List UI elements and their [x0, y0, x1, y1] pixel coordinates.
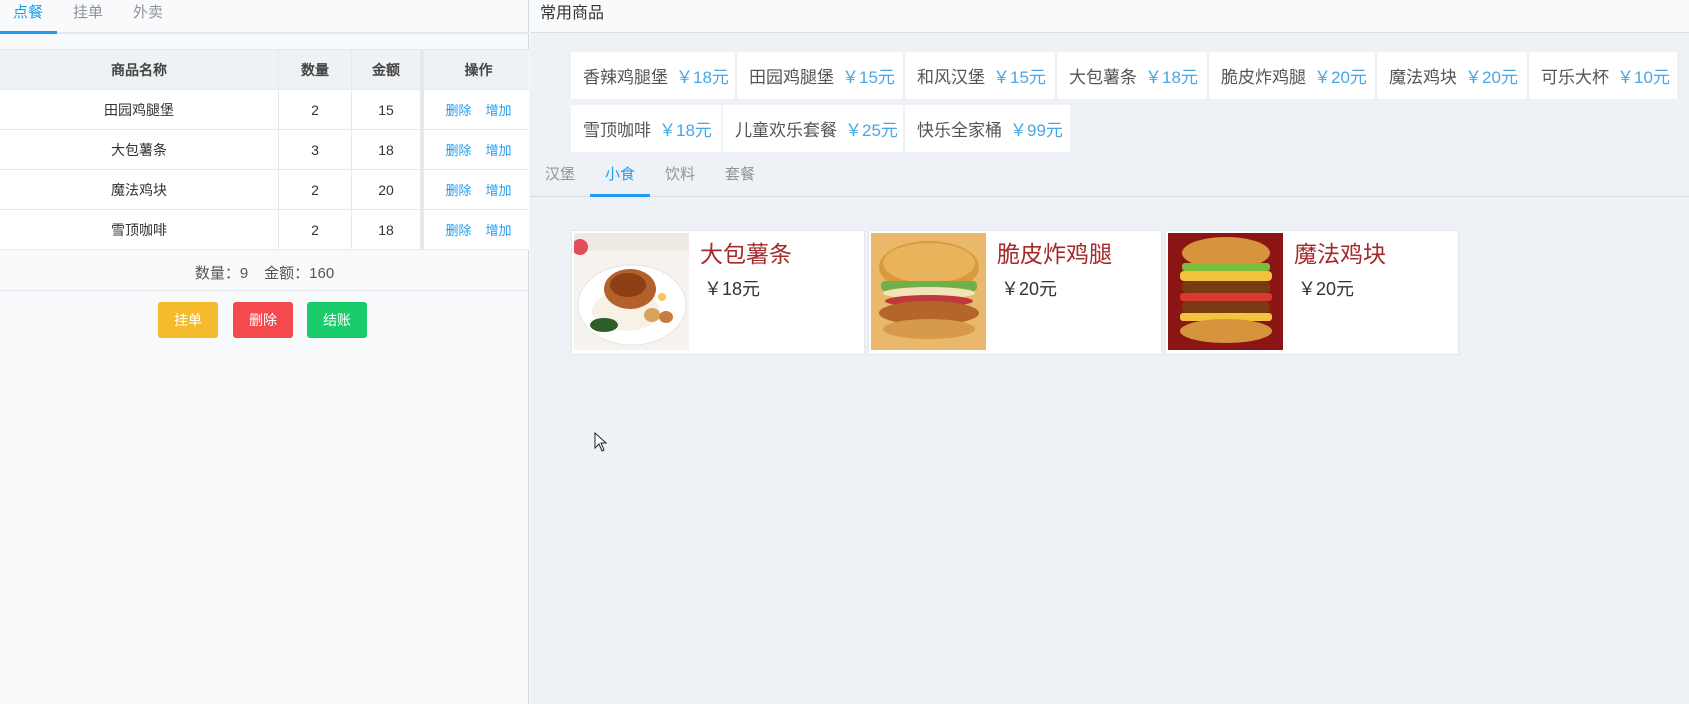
table-row: 魔法鸡块 2 20 删除 增加 [0, 170, 529, 210]
favorite-price: ￥99元 [1010, 121, 1063, 140]
product-price: ￥20元 [1298, 279, 1355, 299]
favorite-item[interactable]: 和风汉堡 ￥15元 [905, 52, 1055, 99]
row-amount: 18 [352, 130, 424, 169]
add-link[interactable]: 增加 [486, 180, 512, 199]
row-ops: 删除 增加 [428, 210, 529, 249]
favorite-price: ￥10元 [1617, 68, 1670, 87]
delete-order-button[interactable]: 删除 [233, 302, 293, 338]
header-amount: 金额 [352, 50, 424, 89]
tab-snacks[interactable]: 小食 [605, 160, 635, 197]
add-link[interactable]: 增加 [486, 100, 512, 119]
order-tabs: 点餐 挂单 外卖 [0, 0, 529, 34]
favorite-item[interactable]: 大包薯条 ￥18元 [1057, 52, 1207, 99]
product-card[interactable]: 脆皮炸鸡腿 ￥20元 [868, 230, 1162, 355]
tab-drinks[interactable]: 饮料 [665, 160, 695, 197]
favorite-price: ￥20元 [1465, 68, 1518, 87]
row-qty: 2 [279, 170, 352, 209]
favorite-item[interactable]: 田园鸡腿堡 ￥15元 [737, 52, 903, 99]
favorite-name: 快乐全家桶 [917, 121, 1002, 140]
add-link[interactable]: 增加 [486, 220, 512, 239]
favorite-price: ￥18元 [1145, 68, 1198, 87]
favorite-name: 雪顶咖啡 [583, 121, 651, 140]
total-qty: 数量：9 [194, 265, 249, 282]
tab-takeout[interactable]: 外卖 [133, 0, 163, 34]
favorite-name: 大包薯条 [1069, 68, 1137, 87]
favorite-item[interactable]: 香辣鸡腿堡 ￥18元 [571, 52, 735, 99]
delete-link[interactable]: 删除 [445, 100, 471, 119]
row-name: 雪顶咖啡 [0, 210, 279, 249]
favorite-name: 儿童欢乐套餐 [735, 121, 837, 140]
header-qty: 数量 [279, 50, 352, 89]
product-image-double-burger [1168, 233, 1283, 350]
favorites-title: 常用商品 [530, 0, 1689, 33]
delete-link[interactable]: 删除 [445, 180, 471, 199]
row-ops: 删除 增加 [428, 170, 529, 209]
checkout-button[interactable]: 结账 [307, 302, 367, 338]
active-category-indicator [590, 194, 650, 197]
product-image-chicken-burger [871, 233, 986, 350]
active-tab-indicator [0, 31, 57, 34]
favorite-name: 可乐大杯 [1541, 68, 1609, 87]
tab-order[interactable]: 点餐 [13, 0, 43, 34]
favorite-item[interactable]: 雪顶咖啡 ￥18元 [571, 105, 721, 152]
row-qty: 2 [279, 210, 352, 249]
favorite-item[interactable]: 脆皮炸鸡腿 ￥20元 [1209, 52, 1375, 99]
row-name: 魔法鸡块 [0, 170, 279, 209]
favorite-name: 脆皮炸鸡腿 [1221, 68, 1306, 87]
favorite-name: 香辣鸡腿堡 [583, 68, 668, 87]
add-link[interactable]: 增加 [486, 140, 512, 159]
favorite-price: ￥15元 [993, 68, 1046, 87]
product-image-rice-chicken [574, 233, 689, 350]
favorite-name: 魔法鸡块 [1389, 68, 1457, 87]
product-name: 脆皮炸鸡腿 [997, 241, 1112, 267]
total-amount: 金额：160 [264, 265, 335, 282]
product-name: 魔法鸡块 [1294, 241, 1386, 267]
favorite-item[interactable]: 可乐大杯 ￥10元 [1529, 52, 1677, 99]
row-ops: 删除 增加 [428, 130, 529, 169]
table-row: 雪顶咖啡 2 18 删除 增加 [0, 210, 529, 250]
header-ops: 操作 [464, 61, 493, 78]
product-name: 大包薯条 [700, 241, 792, 267]
product-card[interactable]: 大包薯条 ￥18元 [571, 230, 865, 355]
favorite-item[interactable]: 儿童欢乐套餐 ￥25元 [723, 105, 903, 152]
favorite-name: 和风汉堡 [917, 68, 985, 87]
row-qty: 2 [279, 90, 352, 129]
favorite-name: 田园鸡腿堡 [749, 68, 834, 87]
favorite-price: ￥18元 [676, 68, 729, 87]
tab-combo[interactable]: 套餐 [725, 160, 755, 197]
tab-hanging[interactable]: 挂单 [73, 0, 103, 34]
row-name: 大包薯条 [0, 130, 279, 169]
favorite-price: ￥15元 [842, 68, 895, 87]
category-tabs: 汉堡 小食 饮料 套餐 [530, 160, 1689, 197]
mouse-cursor-icon [594, 432, 608, 452]
order-actions: 挂单 删除 结账 [0, 302, 529, 338]
order-table: 商品名称 数量 金额 操作 田园鸡腿堡 2 15 删除 增加 大包薯条 3 18… [0, 49, 529, 250]
header-name: 商品名称 [0, 50, 279, 89]
table-row: 田园鸡腿堡 2 15 删除 增加 [0, 90, 529, 130]
row-ops: 删除 增加 [428, 90, 529, 129]
favorite-item[interactable]: 魔法鸡块 ￥20元 [1377, 52, 1527, 99]
delete-link[interactable]: 删除 [445, 140, 471, 159]
row-amount: 15 [352, 90, 424, 129]
row-name: 田园鸡腿堡 [0, 90, 279, 129]
favorite-item[interactable]: 快乐全家桶 ￥99元 [905, 105, 1070, 152]
row-qty: 3 [279, 130, 352, 169]
table-row: 大包薯条 3 18 删除 增加 [0, 130, 529, 170]
favorite-price: ￥25元 [845, 121, 898, 140]
goods-panel: 常用商品 香辣鸡腿堡 ￥18元 田园鸡腿堡 ￥15元 和风汉堡 ￥15元 大包薯条 ￥1… [530, 0, 1689, 704]
table-header: 商品名称 数量 金额 操作 [0, 50, 529, 90]
hang-order-button[interactable]: 挂单 [158, 302, 218, 338]
product-card[interactable]: 魔法鸡块 ￥20元 [1165, 230, 1459, 355]
row-amount: 20 [352, 170, 424, 209]
order-panel: 点餐 挂单 外卖 商品名称 数量 金额 操作 田园鸡腿堡 2 15 删除 增加 … [0, 0, 529, 704]
favorite-price: ￥20元 [1314, 68, 1367, 87]
product-price: ￥20元 [1001, 279, 1058, 299]
favorite-price: ￥18元 [659, 121, 712, 140]
delete-link[interactable]: 删除 [445, 220, 471, 239]
row-amount: 18 [352, 210, 424, 249]
order-summary: 数量：9 金额：160 [0, 255, 529, 291]
product-price: ￥18元 [704, 279, 761, 299]
tab-burger[interactable]: 汉堡 [545, 160, 575, 197]
